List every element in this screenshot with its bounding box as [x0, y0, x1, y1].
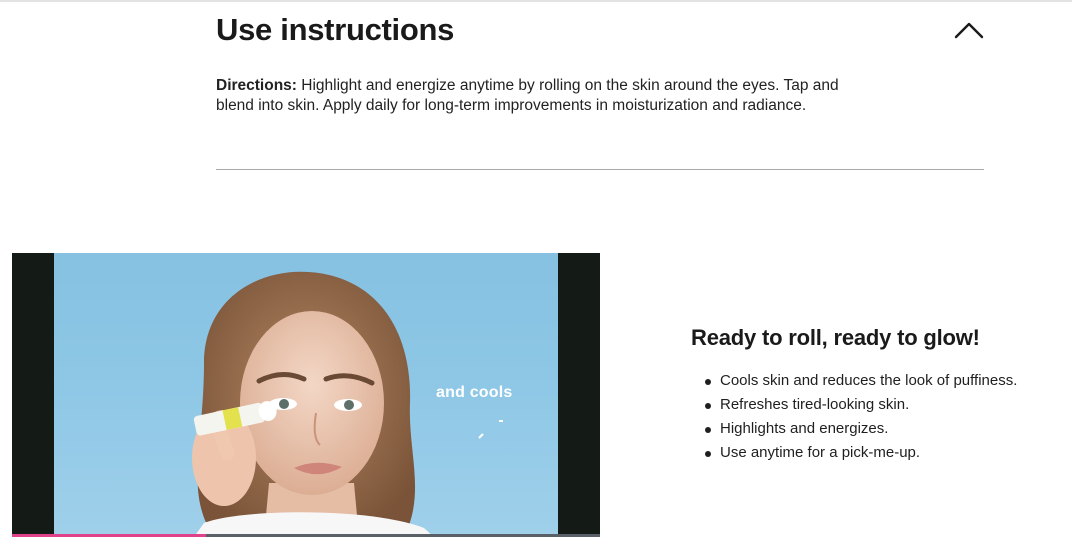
product-benefits: Ready to roll, ready to glow! Cools skin…: [691, 325, 1061, 465]
benefit-item: Highlights and energizes.: [705, 417, 1061, 441]
chevron-up-icon[interactable]: [954, 20, 984, 40]
benefit-item: Use anytime for a pick-me-up.: [705, 441, 1061, 465]
directions-label: Directions:: [216, 77, 297, 94]
video-caption: and cools: [436, 384, 513, 401]
bullet-icon: [705, 403, 711, 409]
bullet-icon: [705, 451, 711, 457]
video-progress-bar[interactable]: [12, 534, 600, 537]
accordion-header[interactable]: Use instructions: [216, 0, 984, 66]
directions-text: Directions: Highlight and energize anyti…: [216, 76, 846, 115]
benefit-text: Refreshes tired-looking skin.: [720, 396, 910, 413]
benefit-text: Highlights and energizes.: [720, 420, 889, 437]
benefit-text: Cools skin and reduces the look of puffi…: [720, 372, 1018, 389]
directions-body: Highlight and energize anytime by rollin…: [216, 77, 839, 114]
accordion-title[interactable]: Use instructions: [216, 12, 454, 48]
benefit-item: Cools skin and reduces the look of puffi…: [705, 369, 1061, 393]
accordion-divider: [216, 169, 984, 170]
product-video[interactable]: and cools: [12, 253, 600, 537]
video-frame: and cools: [54, 253, 558, 537]
video-progress-fill: [12, 534, 207, 537]
bullet-icon: [705, 379, 711, 385]
benefits-list: Cools skin and reduces the look of puffi…: [691, 369, 1061, 465]
benefits-title: Ready to roll, ready to glow!: [691, 325, 980, 350]
product-detail-page: Use instructions Directions: Highlight a…: [0, 0, 1072, 554]
benefit-text: Use anytime for a pick-me-up.: [720, 444, 921, 461]
use-instructions-accordion: Use instructions Directions: Highlight a…: [216, 0, 984, 170]
bullet-icon: [705, 427, 711, 433]
benefit-item: Refreshes tired-looking skin.: [705, 393, 1061, 417]
